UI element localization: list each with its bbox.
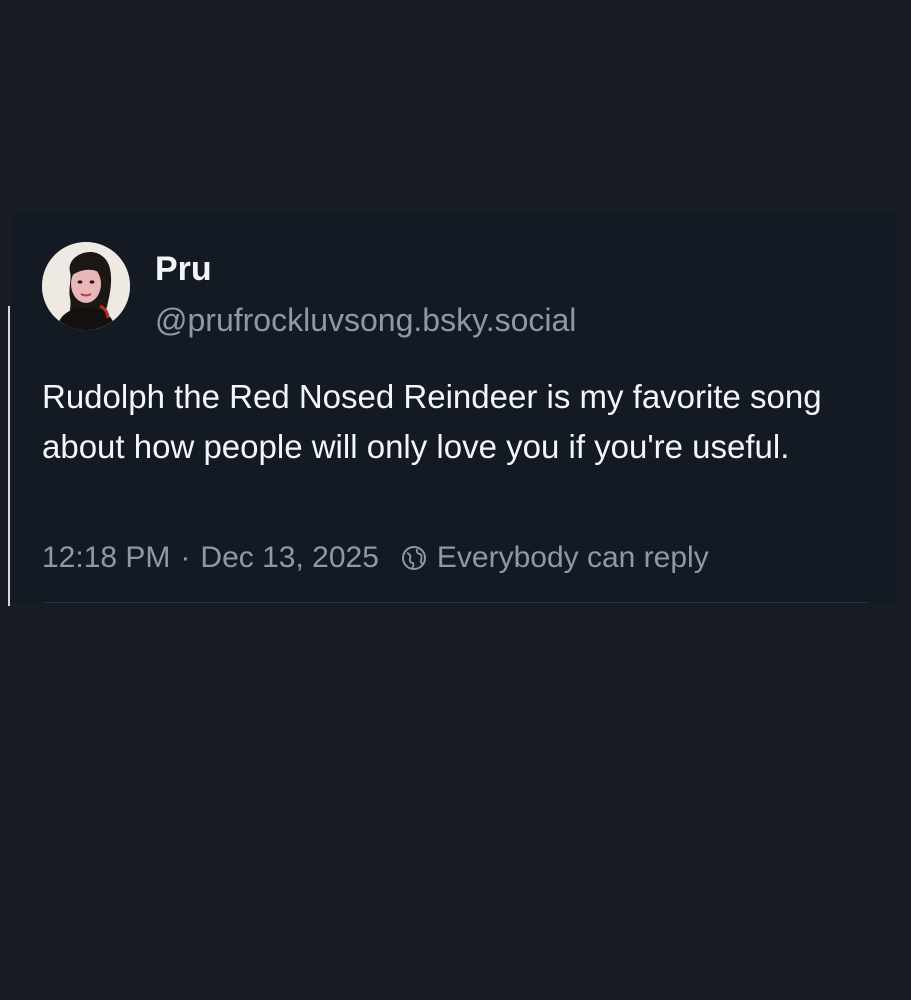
- meta-separator: ·: [180, 541, 191, 574]
- author-display-name[interactable]: Pru: [155, 247, 212, 291]
- post-date[interactable]: Dec 13, 2025: [200, 541, 378, 575]
- avatar-image: [42, 242, 130, 330]
- avatar[interactable]: [42, 242, 130, 330]
- divider: [42, 602, 870, 603]
- post-meta: 12:18 PM · Dec 13, 2025 Everybody can re…: [42, 536, 709, 580]
- reply-setting[interactable]: Everybody can reply: [437, 541, 709, 575]
- post-time[interactable]: 12:18 PM: [42, 541, 170, 575]
- post-text: Rudolph the Red Nosed Reindeer is my fav…: [42, 378, 822, 465]
- globe-icon: [401, 545, 427, 571]
- thread-line: [8, 306, 10, 606]
- author-handle[interactable]: @prufrockluvsong.bsky.social: [155, 299, 576, 341]
